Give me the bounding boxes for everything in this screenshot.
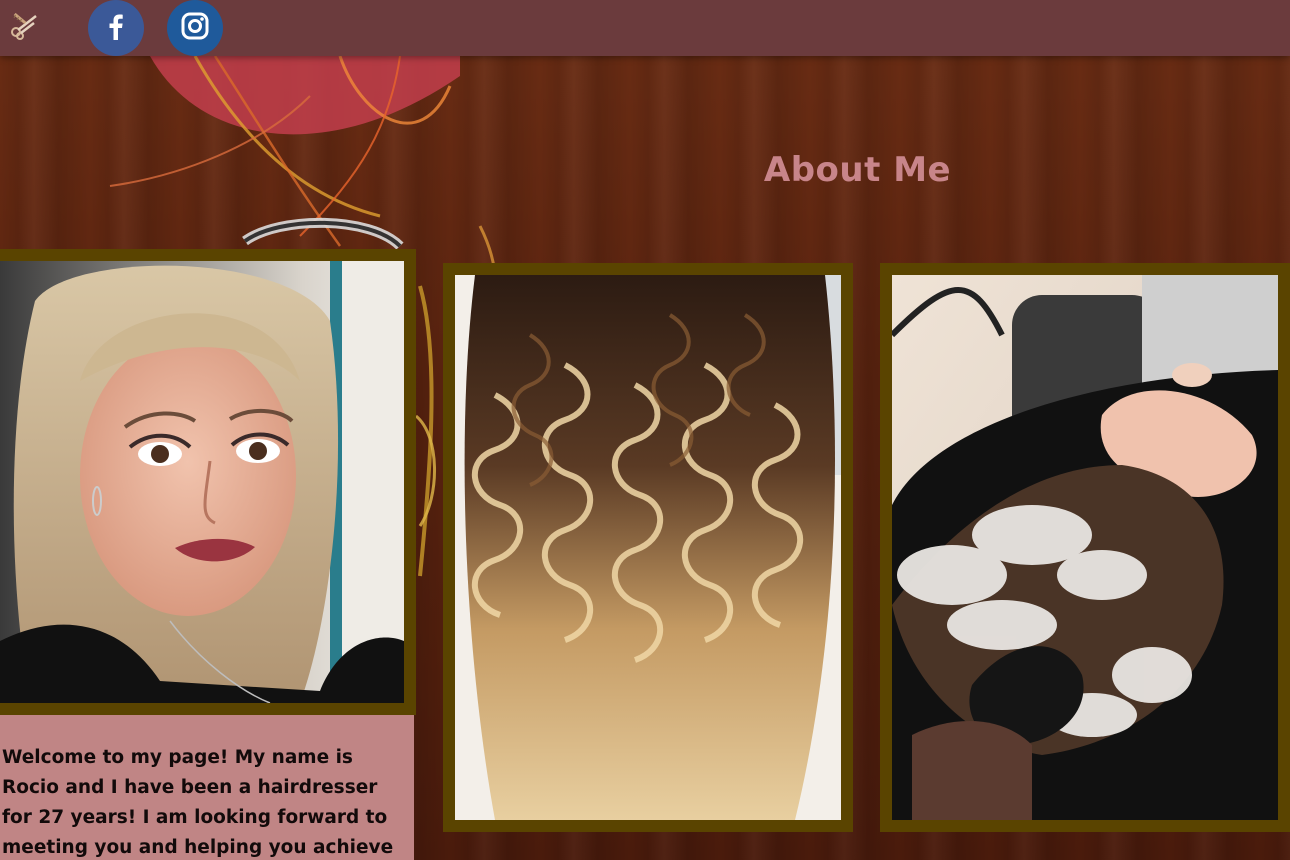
facebook-button[interactable] (88, 0, 144, 56)
bio-card: Welcome to my page! My name is Rocio and… (0, 715, 414, 860)
instagram-icon (179, 10, 211, 46)
instagram-button[interactable] (167, 0, 223, 56)
hair-wash-photo-frame (880, 263, 1290, 832)
bio-text: Welcome to my page! My name is Rocio and… (2, 747, 394, 858)
top-navigation-bar (0, 0, 1290, 56)
facebook-icon (101, 11, 131, 45)
portrait-photo-frame (0, 249, 416, 715)
page-title: About Me (763, 150, 952, 190)
curly-hair-photo-frame (443, 263, 853, 832)
scissors-comb-icon[interactable] (8, 10, 40, 42)
portrait-photo[interactable] (0, 261, 404, 703)
curly-hair-photo[interactable] (455, 275, 841, 820)
hair-wash-photo[interactable] (892, 275, 1278, 820)
